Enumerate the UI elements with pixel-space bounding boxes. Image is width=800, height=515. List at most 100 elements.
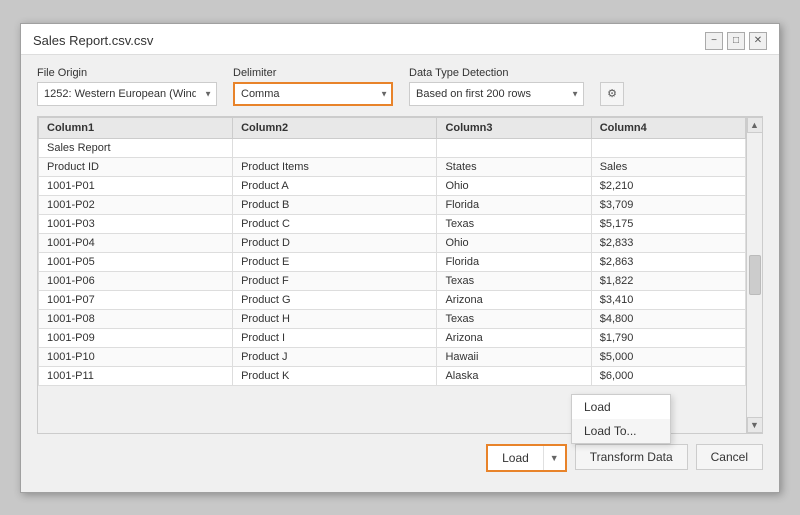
cell-r8-c1: Product G — [233, 290, 437, 309]
cell-r4-c3: $5,175 — [591, 214, 745, 233]
col-header-3: Column3 — [437, 117, 591, 138]
cell-r8-c3: $3,410 — [591, 290, 745, 309]
cell-r11-c0: 1001-P10 — [39, 347, 233, 366]
cell-r8-c0: 1001-P07 — [39, 290, 233, 309]
cell-r2-c1: Product A — [233, 176, 437, 195]
cell-r2-c0: 1001-P01 — [39, 176, 233, 195]
cell-r1-c3: Sales — [591, 157, 745, 176]
cell-r6-c1: Product E — [233, 252, 437, 271]
window-controls: − □ ✕ — [705, 32, 767, 50]
dropdown-load-to-item[interactable]: Load To... — [572, 419, 670, 443]
cancel-button[interactable]: Cancel — [696, 444, 763, 470]
cell-r2-c3: $2,210 — [591, 176, 745, 195]
cell-r2-c2: Ohio — [437, 176, 591, 195]
cell-r3-c0: 1001-P02 — [39, 195, 233, 214]
table-row: 1001-P05Product EFlorida$2,863 — [39, 252, 746, 271]
col-header-4: Column4 — [591, 117, 745, 138]
cell-r11-c3: $5,000 — [591, 347, 745, 366]
data-type-label: Data Type Detection — [409, 67, 584, 79]
file-origin-group: File Origin 1252: Western European (Wind… — [37, 67, 217, 106]
cell-r0-c0: Sales Report — [39, 138, 233, 157]
cell-r7-c2: Texas — [437, 271, 591, 290]
cell-r6-c0: 1001-P05 — [39, 252, 233, 271]
cell-r10-c2: Arizona — [437, 328, 591, 347]
table-row: 1001-P10Product JHawaii$5,000 — [39, 347, 746, 366]
cell-r12-c3: $6,000 — [591, 366, 745, 385]
delimiter-label: Delimiter — [233, 67, 393, 79]
controls-row: File Origin 1252: Western European (Wind… — [37, 67, 763, 106]
title-bar: Sales Report.csv.csv − □ ✕ — [21, 24, 779, 55]
cell-r11-c2: Hawaii — [437, 347, 591, 366]
cell-r5-c1: Product D — [233, 233, 437, 252]
data-type-select[interactable]: Based on first 200 rows — [409, 82, 584, 106]
cell-r10-c1: Product I — [233, 328, 437, 347]
cell-r3-c3: $3,709 — [591, 195, 745, 214]
col-header-1: Column1 — [39, 117, 233, 138]
scroll-thumb[interactable] — [749, 255, 761, 295]
table-row: 1001-P02Product BFlorida$3,709 — [39, 195, 746, 214]
delimiter-group: Delimiter Comma — [233, 67, 393, 106]
cell-r10-c3: $1,790 — [591, 328, 745, 347]
cell-r4-c2: Texas — [437, 214, 591, 233]
cell-r11-c1: Product J — [233, 347, 437, 366]
settings-icon: ⚙ — [607, 87, 617, 100]
footer-row: Load ▼ Transform Data Cancel Load Load T… — [37, 444, 763, 480]
dropdown-load-item[interactable]: Load — [572, 395, 670, 419]
cell-r8-c2: Arizona — [437, 290, 591, 309]
cell-r9-c2: Texas — [437, 309, 591, 328]
minimize-button[interactable]: − — [705, 32, 723, 50]
table-row: 1001-P07Product GArizona$3,410 — [39, 290, 746, 309]
delimiter-wrapper: Comma — [233, 82, 393, 106]
vertical-scrollbar[interactable]: ▲ ▼ — [746, 117, 762, 433]
table-body: Sales ReportProduct IDProduct ItemsState… — [39, 138, 746, 385]
transform-data-button[interactable]: Transform Data — [575, 444, 688, 470]
cell-r0-c1 — [233, 138, 437, 157]
cell-r9-c3: $4,800 — [591, 309, 745, 328]
table-row: 1001-P09Product IArizona$1,790 — [39, 328, 746, 347]
table-row: 1001-P08Product HTexas$4,800 — [39, 309, 746, 328]
cell-r0-c3 — [591, 138, 745, 157]
file-origin-select[interactable]: 1252: Western European (Windows) — [37, 82, 217, 106]
cell-r5-c0: 1001-P04 — [39, 233, 233, 252]
close-button[interactable]: ✕ — [749, 32, 767, 50]
load-button[interactable]: Load — [488, 446, 544, 470]
scroll-up-button[interactable]: ▲ — [747, 117, 763, 133]
table-header: Column1 Column2 Column3 Column4 — [39, 117, 746, 138]
maximize-button[interactable]: □ — [727, 32, 745, 50]
settings-icon-button[interactable]: ⚙ — [600, 82, 624, 106]
cell-r5-c3: $2,833 — [591, 233, 745, 252]
scroll-down-button[interactable]: ▼ — [747, 417, 763, 433]
window-title: Sales Report.csv.csv — [33, 33, 153, 48]
cell-r6-c3: $2,863 — [591, 252, 745, 271]
main-window: Sales Report.csv.csv − □ ✕ File Origin 1… — [20, 23, 780, 493]
cell-r7-c3: $1,822 — [591, 271, 745, 290]
table-row: 1001-P04Product DOhio$2,833 — [39, 233, 746, 252]
cell-r6-c2: Florida — [437, 252, 591, 271]
cell-r9-c0: 1001-P08 — [39, 309, 233, 328]
cell-r0-c2 — [437, 138, 591, 157]
cell-r4-c1: Product C — [233, 214, 437, 233]
cell-r4-c0: 1001-P03 — [39, 214, 233, 233]
delimiter-select[interactable]: Comma — [233, 82, 393, 106]
col-header-2: Column2 — [233, 117, 437, 138]
load-button-group: Load ▼ — [486, 444, 567, 472]
cell-r3-c1: Product B — [233, 195, 437, 214]
cell-r12-c0: 1001-P11 — [39, 366, 233, 385]
content-area: File Origin 1252: Western European (Wind… — [21, 55, 779, 492]
cell-r7-c0: 1001-P06 — [39, 271, 233, 290]
cell-r10-c0: 1001-P09 — [39, 328, 233, 347]
cell-r12-c1: Product K — [233, 366, 437, 385]
load-dropdown-menu: Load Load To... — [571, 394, 671, 444]
data-table: Column1 Column2 Column3 Column4 Sales Re… — [38, 117, 746, 386]
table-scroll-area[interactable]: Column1 Column2 Column3 Column4 Sales Re… — [38, 117, 746, 433]
table-row: 1001-P06Product FTexas$1,822 — [39, 271, 746, 290]
table-row: 1001-P03Product CTexas$5,175 — [39, 214, 746, 233]
table-row: Product IDProduct ItemsStatesSales — [39, 157, 746, 176]
data-table-container: Column1 Column2 Column3 Column4 Sales Re… — [37, 116, 763, 434]
load-dropdown-arrow[interactable]: ▼ — [544, 446, 565, 470]
table-row: 1001-P11Product KAlaska$6,000 — [39, 366, 746, 385]
header-row: Column1 Column2 Column3 Column4 — [39, 117, 746, 138]
cell-r1-c2: States — [437, 157, 591, 176]
table-row: 1001-P01Product AOhio$2,210 — [39, 176, 746, 195]
cell-r3-c2: Florida — [437, 195, 591, 214]
